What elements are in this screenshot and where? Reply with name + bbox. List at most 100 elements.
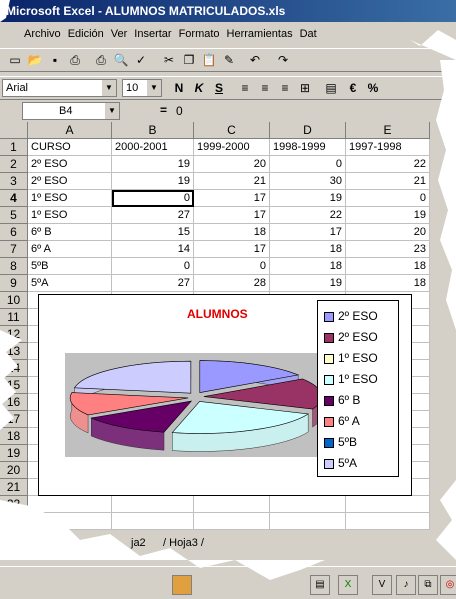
legend-item[interactable]: 5ºB	[324, 431, 357, 453]
cell[interactable]	[112, 496, 194, 513]
save-icon[interactable]: ▪	[46, 52, 64, 68]
permission-icon[interactable]: ⎙	[66, 52, 84, 68]
cell[interactable]: 6º A	[28, 241, 112, 258]
cell[interactable]: CURSO	[28, 139, 112, 156]
cell[interactable]: 22	[346, 156, 430, 173]
cell[interactable]	[194, 513, 270, 530]
row-header[interactable]: 23	[0, 513, 28, 530]
cell[interactable]: 14	[112, 241, 194, 258]
col-header-e[interactable]: E	[346, 122, 430, 139]
legend-item[interactable]: 6º A	[324, 410, 360, 432]
cell[interactable]: 28	[194, 275, 270, 292]
cell[interactable]	[28, 513, 112, 530]
cell[interactable]	[194, 496, 270, 513]
row-header[interactable]: 16	[0, 394, 28, 411]
paste-icon[interactable]: 📋	[200, 52, 218, 68]
cell[interactable]: 15	[112, 224, 194, 241]
antivirus-icon[interactable]: ◎	[440, 575, 456, 595]
underline-button[interactable]: S	[210, 80, 228, 96]
font-size-select[interactable]: 10 ▼	[122, 79, 162, 97]
active-cell[interactable]: 0	[112, 190, 194, 207]
cell[interactable]	[270, 496, 346, 513]
print-preview-icon[interactable]: 🔍	[112, 52, 130, 68]
col-header-a[interactable]: A	[28, 122, 112, 139]
cell[interactable]: 6º B	[28, 224, 112, 241]
menu-datos[interactable]: Dat	[300, 28, 317, 40]
cell[interactable]: 0	[270, 156, 346, 173]
cell[interactable]: 19	[112, 173, 194, 190]
cell[interactable]: 18	[346, 258, 430, 275]
cell[interactable]: 20	[194, 156, 270, 173]
cell[interactable]: 21	[194, 173, 270, 190]
row-header[interactable]: 11	[0, 309, 28, 326]
print-icon[interactable]: ⎙	[92, 52, 110, 68]
cell[interactable]: 30	[270, 173, 346, 190]
cell[interactable]: 17	[194, 190, 270, 207]
cell[interactable]: 1997-1998	[346, 139, 430, 156]
taskbar-doc-icon[interactable]: ▤	[310, 575, 330, 595]
col-header-c[interactable]: C	[194, 122, 270, 139]
cell[interactable]: 1998-1999	[270, 139, 346, 156]
legend-item[interactable]: 5ºA	[324, 452, 357, 474]
row-header[interactable]: 15	[0, 377, 28, 394]
copy-icon[interactable]: ❐	[180, 52, 198, 68]
row-header[interactable]: 3	[0, 173, 28, 190]
speaker-icon[interactable]: ♪	[396, 575, 416, 595]
cell[interactable]: 18	[270, 258, 346, 275]
row-header[interactable]: 12	[0, 326, 28, 343]
format-painter-icon[interactable]: ✎	[220, 52, 238, 68]
menu-archivo[interactable]: Archivo	[24, 28, 61, 40]
taskbar-excel-icon[interactable]: X	[338, 575, 358, 595]
align-right-icon[interactable]: ≡	[276, 80, 294, 96]
row-header[interactable]: 13	[0, 343, 28, 360]
taskbar-tray-icon[interactable]: V	[372, 575, 392, 595]
menu-insertar[interactable]: Insertar	[134, 28, 171, 40]
font-name-select[interactable]: Arial ▼	[2, 79, 117, 97]
row-header[interactable]: 6	[0, 224, 28, 241]
cell[interactable]: 5ºB	[28, 258, 112, 275]
row-header[interactable]: 7	[0, 241, 28, 258]
row-header[interactable]: 22	[0, 496, 28, 513]
cell[interactable]: 0	[346, 190, 430, 207]
menu-formato[interactable]: Formato	[179, 28, 220, 40]
italic-button[interactable]: K	[190, 80, 208, 96]
sheet-tab-hoja2[interactable]: ja2	[128, 534, 149, 552]
row-header[interactable]: 2	[0, 156, 28, 173]
cell[interactable]: 23	[346, 241, 430, 258]
cut-icon[interactable]: ✂	[160, 52, 178, 68]
cell[interactable]: 20	[346, 224, 430, 241]
cell[interactable]	[270, 513, 346, 530]
row-header[interactable]: 20	[0, 462, 28, 479]
undo-icon[interactable]: ↶	[246, 52, 264, 68]
row-header[interactable]: 8	[0, 258, 28, 275]
legend-item[interactable]: 1º ESO	[324, 368, 378, 390]
currency-icon[interactable]: ▤	[322, 80, 340, 96]
cell[interactable]: 17	[194, 207, 270, 224]
cell[interactable]: 22	[270, 207, 346, 224]
network-icon[interactable]: ⧉	[418, 575, 438, 595]
row-header[interactable]: 18	[0, 428, 28, 445]
cell[interactable]: 19	[270, 190, 346, 207]
row-header[interactable]: 17	[0, 411, 28, 428]
cell[interactable]: 21	[346, 173, 430, 190]
menu-edicion[interactable]: Edición	[68, 28, 104, 40]
cell[interactable]: 18	[194, 224, 270, 241]
row-header[interactable]: 21	[0, 479, 28, 496]
plot-area[interactable]	[65, 353, 327, 457]
bold-button[interactable]: N	[170, 80, 188, 96]
menu-herramientas[interactable]: Herramientas	[227, 28, 293, 40]
name-box[interactable]: B4 ▼	[22, 102, 120, 120]
pie-chart[interactable]: ALUMNOS 2º ESO 2º ESO 1º ESO 1º ESO 6º B 6º A…	[38, 294, 412, 496]
menu-ver[interactable]: Ver	[111, 28, 128, 40]
taskbar-app-icon[interactable]	[172, 575, 192, 595]
align-center-icon[interactable]: ≡	[256, 80, 274, 96]
cell[interactable]: 2000-2001	[112, 139, 194, 156]
formula-input[interactable]: 0	[176, 104, 183, 118]
cell[interactable]: 19	[270, 275, 346, 292]
cell[interactable]: 18	[346, 275, 430, 292]
cell[interactable]: 0	[112, 258, 194, 275]
align-left-icon[interactable]: ≡	[236, 80, 254, 96]
legend-item[interactable]: 2º ESO	[324, 326, 378, 348]
row-header[interactable]: 10	[0, 292, 28, 309]
select-all-corner[interactable]	[0, 122, 28, 139]
